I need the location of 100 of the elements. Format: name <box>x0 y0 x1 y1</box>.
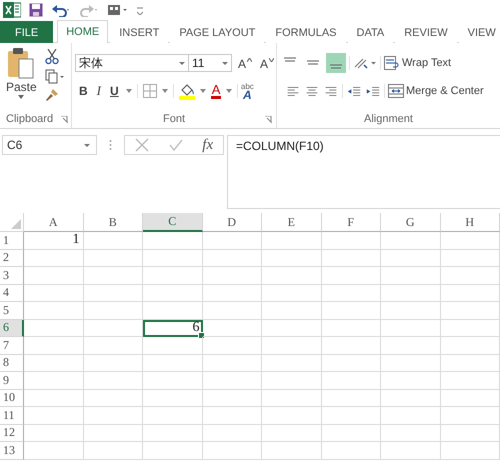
paste-button[interactable]: Paste <box>6 47 37 110</box>
underline-button[interactable]: U <box>108 83 121 99</box>
spreadsheet-cell[interactable] <box>262 424 322 442</box>
fill-handle[interactable] <box>198 332 204 339</box>
spreadsheet-cell[interactable] <box>262 302 322 320</box>
spreadsheet-cell[interactable] <box>381 390 440 407</box>
spreadsheet-cell[interactable] <box>262 250 322 267</box>
spreadsheet-cell[interactable] <box>24 407 84 424</box>
caret-icon[interactable] <box>226 89 232 93</box>
row-header[interactable]: 7 <box>0 337 24 354</box>
spreadsheet-cell[interactable] <box>440 232 500 250</box>
spreadsheet-cell[interactable] <box>262 267 322 284</box>
column-header[interactable]: G <box>381 213 440 232</box>
spreadsheet-cell[interactable] <box>440 320 500 337</box>
dialog-launcher-icon[interactable] <box>265 116 272 122</box>
align-left-icon[interactable] <box>285 84 301 98</box>
spreadsheet-cell[interactable] <box>143 302 202 320</box>
spreadsheet-cell[interactable] <box>202 390 262 407</box>
borders-icon[interactable] <box>142 84 157 98</box>
spreadsheet-cell[interactable] <box>381 232 440 250</box>
spreadsheet-cell[interactable] <box>440 407 500 424</box>
spreadsheet-cell[interactable] <box>440 284 500 302</box>
spreadsheet-cell[interactable] <box>262 372 322 390</box>
spreadsheet-cell[interactable] <box>262 354 322 372</box>
spreadsheet-cell[interactable] <box>262 337 322 354</box>
spreadsheet-cell[interactable] <box>262 284 322 302</box>
increase-indent-icon[interactable] <box>365 84 381 98</box>
wrap-text-button[interactable]: Wrap Text <box>384 55 452 71</box>
spreadsheet-cell[interactable] <box>440 442 500 460</box>
spreadsheet-cell[interactable] <box>143 372 202 390</box>
spreadsheet-cell[interactable]: 1 <box>24 232 84 250</box>
redo-icon[interactable] <box>79 3 99 17</box>
spreadsheet-cell[interactable] <box>143 284 202 302</box>
merge-center-button[interactable]: Merge & Center <box>388 83 484 99</box>
phonetic-guide-button[interactable]: abc A <box>239 82 256 100</box>
row-header[interactable]: 13 <box>0 442 24 460</box>
toolbar-tool-icon[interactable] <box>107 3 129 17</box>
spreadsheet-cell[interactable] <box>24 424 84 442</box>
vertical-align-icon[interactable] <box>326 53 346 73</box>
row-header[interactable]: 1 <box>0 232 24 250</box>
column-header[interactable]: D <box>202 213 262 232</box>
row-header[interactable]: 12 <box>0 424 24 442</box>
spreadsheet-cell[interactable] <box>202 337 262 354</box>
select-all-icon[interactable] <box>11 219 21 229</box>
cut-icon[interactable] <box>44 49 59 65</box>
spreadsheet-cell[interactable] <box>202 320 262 337</box>
copy-icon[interactable] <box>44 69 65 84</box>
spreadsheet-cell[interactable] <box>202 284 262 302</box>
ribbon-tab[interactable]: FILE <box>0 21 54 43</box>
row-header[interactable]: 4 <box>0 284 24 302</box>
spreadsheet-cell[interactable] <box>143 354 202 372</box>
align-center-icon[interactable] <box>304 84 320 98</box>
spreadsheet-cell[interactable] <box>322 284 381 302</box>
spreadsheet-cell[interactable] <box>440 267 500 284</box>
spreadsheet-cell[interactable] <box>322 390 381 407</box>
spreadsheet-cell[interactable] <box>84 250 143 267</box>
spreadsheet-cell[interactable] <box>84 320 143 337</box>
excel-logo-icon[interactable] <box>3 2 21 18</box>
spreadsheet-cell[interactable] <box>262 442 322 460</box>
spreadsheet-cell[interactable] <box>440 250 500 267</box>
spreadsheet-cell[interactable] <box>202 267 262 284</box>
spreadsheet-cell[interactable] <box>143 407 202 424</box>
spreadsheet-cell[interactable] <box>24 442 84 460</box>
row-header[interactable]: 11 <box>0 407 24 424</box>
grow-font-button[interactable]: A <box>236 54 254 72</box>
spreadsheet-cell[interactable] <box>84 267 143 284</box>
spreadsheet-cell[interactable] <box>322 267 381 284</box>
shrink-font-button[interactable]: A <box>258 54 276 72</box>
column-header[interactable]: H <box>440 213 500 232</box>
spreadsheet-cell[interactable] <box>322 442 381 460</box>
spreadsheet-cell[interactable] <box>143 390 202 407</box>
spreadsheet-cell[interactable] <box>143 250 202 267</box>
spreadsheet-cell[interactable]: 6 <box>143 320 202 337</box>
spreadsheet-cell[interactable] <box>143 424 202 442</box>
cancel-icon[interactable] <box>134 138 149 152</box>
undo-icon[interactable] <box>51 3 71 17</box>
spreadsheet-cell[interactable] <box>262 407 322 424</box>
spreadsheet-cell[interactable] <box>381 424 440 442</box>
format-painter-icon[interactable] <box>44 88 59 102</box>
spreadsheet-cell[interactable] <box>440 337 500 354</box>
spreadsheet-cell[interactable] <box>84 284 143 302</box>
spreadsheet-cell[interactable] <box>84 337 143 354</box>
spreadsheet-cell[interactable] <box>24 284 84 302</box>
caret-icon[interactable] <box>126 89 132 93</box>
spreadsheet-cell[interactable] <box>322 372 381 390</box>
spreadsheet-cell[interactable] <box>262 390 322 407</box>
ribbon-tab[interactable]: HOME <box>57 20 108 43</box>
align-right-icon[interactable] <box>323 84 339 98</box>
spreadsheet-cell[interactable] <box>381 284 440 302</box>
spreadsheet-cell[interactable] <box>24 372 84 390</box>
customize-icon[interactable] <box>137 5 143 15</box>
font-size-dropdown[interactable]: 11 <box>188 54 232 72</box>
save-icon[interactable] <box>29 3 43 17</box>
spreadsheet-cell[interactable] <box>381 250 440 267</box>
spreadsheet-cell[interactable] <box>381 337 440 354</box>
fill-color-icon[interactable] <box>178 82 195 100</box>
spreadsheet-cell[interactable] <box>24 354 84 372</box>
column-header[interactable]: C <box>143 213 202 232</box>
row-header[interactable]: 10 <box>0 390 24 407</box>
spreadsheet-cell[interactable] <box>24 250 84 267</box>
